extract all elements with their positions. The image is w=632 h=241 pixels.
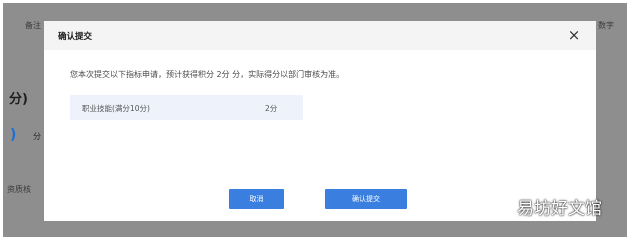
dialog-header: 确认提交 ×: [44, 21, 596, 50]
dialog-message: 您本次提交以下指标申请，预计获得积分 2分 分，实际得分以部门审核为准。: [70, 70, 345, 79]
background-unit-label: 分: [33, 132, 41, 141]
watermark: 易坊好文馆: [517, 199, 602, 219]
confirm-submit-dialog: 确认提交 × 您本次提交以下指标申请，预计获得积分 2分 分，实际得分以部门审核…: [44, 21, 596, 221]
summary-value: 2分: [265, 104, 278, 113]
cancel-button[interactable]: 取消: [229, 189, 284, 209]
background-top-right-label: 数字: [598, 21, 614, 30]
summary-label: 职业技能(满分10分): [82, 104, 150, 113]
background-top-left-label: 备注: [25, 21, 41, 30]
background-heading: 分): [9, 92, 28, 107]
summary-row: 职业技能(满分10分) 2分: [70, 95, 303, 120]
screenshot-frame: 备注 数字 分) ) 分 资质核 确认提交 × 您本次提交以下指标申请，预计获得…: [3, 3, 627, 237]
dialog-title: 确认提交: [58, 32, 93, 42]
close-icon[interactable]: ×: [565, 26, 583, 44]
background-status-ring: ): [10, 127, 17, 143]
confirm-submit-button[interactable]: 确认提交: [325, 189, 407, 209]
background-side-label: 资质核: [7, 185, 31, 194]
